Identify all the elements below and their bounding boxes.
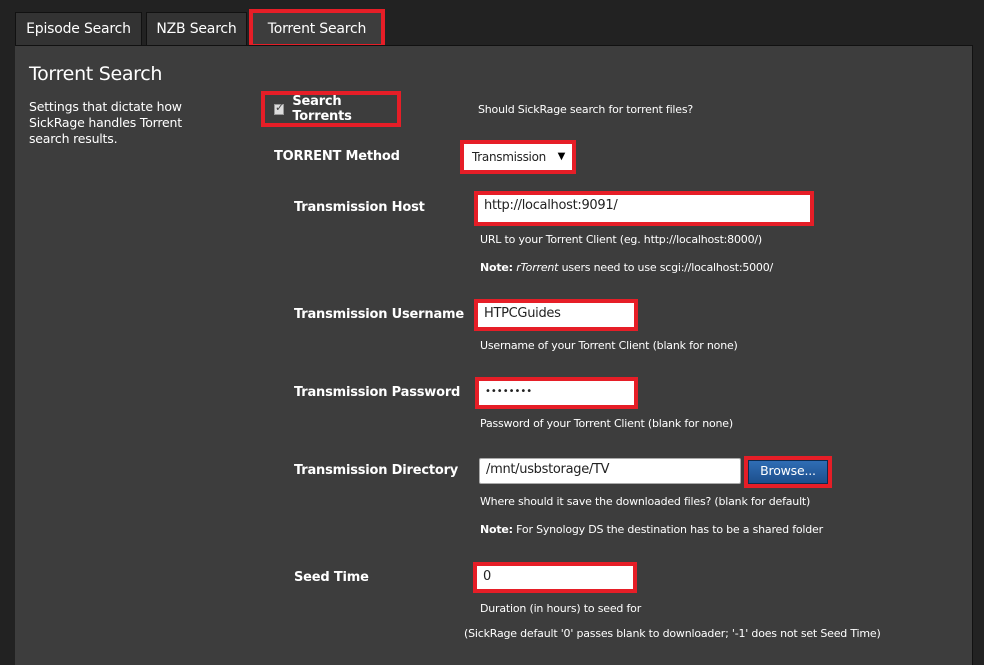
seed-time-hint-detail: (SickRage default '0' passes blank to do… <box>464 627 881 640</box>
directory-label: Transmission Directory <box>294 463 459 478</box>
settings-panel: Torrent Search Settings that dictate how… <box>15 45 973 665</box>
username-label: Transmission Username <box>294 307 464 322</box>
seed-time-input-highlight: 0 <box>473 562 637 593</box>
torrent-method-select[interactable]: Transmission ▼ <box>464 144 572 170</box>
torrent-method-selected: Transmission <box>472 150 546 164</box>
host-input[interactable]: http://localhost:9091/ <box>478 195 810 222</box>
tab-torrent-search[interactable]: Torrent Search <box>249 9 385 48</box>
dropdown-arrow-icon: ▼ <box>557 151 566 162</box>
browse-button[interactable]: Browse... <box>748 460 828 484</box>
directory-hint: Where should it save the downloaded file… <box>480 495 811 508</box>
search-torrents-toggle[interactable]: Search Torrents <box>261 91 401 127</box>
host-note-em: rTorrent <box>516 261 559 274</box>
host-label: Transmission Host <box>294 200 425 215</box>
password-input[interactable]: •••••••• <box>479 381 634 405</box>
password-input-highlight: •••••••• <box>475 377 638 409</box>
browse-button-highlight: Browse... <box>744 456 832 488</box>
torrent-method-label: TORRENT Method <box>274 149 400 164</box>
username-hint: Username of your Torrent Client (blank f… <box>480 339 738 352</box>
username-input-highlight: HTPCGuides <box>474 299 638 331</box>
seed-time-input[interactable]: 0 <box>477 566 633 589</box>
host-hint: URL to your Torrent Client (eg. http://l… <box>480 233 762 246</box>
search-torrents-hint: Should SickRage search for torrent files… <box>478 103 694 116</box>
tab-nzb-search[interactable]: NZB Search <box>146 12 247 45</box>
section-description: Settings that dictate how SickRage handl… <box>29 99 182 146</box>
torrent-method-select-highlight: Transmission ▼ <box>460 140 576 174</box>
directory-input[interactable]: /mnt/usbstorage/TV <box>479 458 741 484</box>
username-input[interactable]: HTPCGuides <box>478 303 634 327</box>
directory-note-rest: For Synology DS the destination has to b… <box>512 523 823 536</box>
directory-note-prefix: Note: <box>480 523 513 536</box>
search-torrents-checkbox[interactable] <box>274 101 285 115</box>
tab-episode-search[interactable]: Episode Search <box>15 12 142 45</box>
directory-note: Note: For Synology DS the destination ha… <box>480 523 823 536</box>
search-torrents-label: Search Torrents <box>292 94 352 124</box>
host-note-rest: users need to use scgi://localhost:5000/ <box>558 261 774 274</box>
seed-time-label: Seed Time <box>294 570 369 585</box>
host-note-prefix: Note: <box>480 261 513 274</box>
password-label: Transmission Password <box>294 385 461 400</box>
seed-time-hint: Duration (in hours) to seed for <box>480 602 642 615</box>
password-hint: Password of your Torrent Client (blank f… <box>480 417 733 430</box>
host-input-highlight: http://localhost:9091/ <box>474 191 814 226</box>
host-note: Note: rTorrent users need to use scgi://… <box>480 261 773 274</box>
section-title: Torrent Search <box>29 63 163 85</box>
